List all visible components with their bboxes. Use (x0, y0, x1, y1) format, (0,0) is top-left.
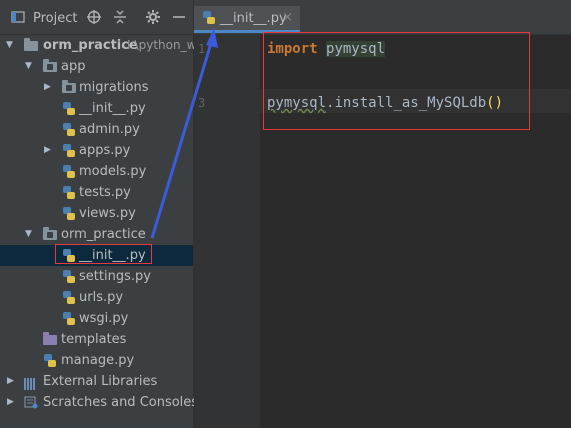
line-number: 3 (198, 96, 206, 110)
project-toolbar: Project (0, 0, 193, 35)
chevron-right-icon[interactable]: ▶ (7, 397, 17, 407)
tree-item-label: views.py (79, 206, 136, 221)
tree-item-apps[interactable]: ▶ apps.py (0, 140, 193, 161)
tree-item-external-libraries[interactable]: ▶ External Libraries (0, 371, 193, 392)
tree-item-scratches[interactable]: ▶ Scratches and Consoles (0, 392, 198, 413)
folder-icon (24, 38, 38, 51)
tree-item-orm-practice[interactable]: ▼ orm_practice (0, 224, 193, 245)
tree-item-label: app (61, 59, 86, 74)
tree-item-templates[interactable]: templates (0, 329, 193, 350)
tree-item-wsgi[interactable]: wsgi.py (0, 308, 193, 329)
chevron-right-icon[interactable]: ▶ (44, 82, 54, 92)
crosshair-icon[interactable] (86, 9, 102, 25)
tree-item-label: orm_practice (43, 38, 138, 53)
tree-item-label: __init__.py (79, 101, 146, 116)
chevron-right-icon[interactable]: ▶ (44, 145, 54, 155)
tree-item-admin[interactable]: admin.py (0, 119, 193, 140)
folder-icon (43, 227, 57, 240)
editor-tab-bar: __init__.py × (194, 0, 571, 35)
chevron-down-icon[interactable]: ▼ (25, 229, 35, 239)
editor-tab-label: __init__.py (220, 11, 287, 26)
tree-item-label: Scratches and Consoles (43, 395, 199, 410)
editor-tab-init[interactable]: __init__.py × (194, 6, 300, 33)
project-title[interactable]: Project (33, 11, 77, 26)
tree-item-label: wsgi.py (79, 311, 129, 326)
python-file-icon (63, 102, 75, 115)
chevron-right-icon[interactable]: ▶ (7, 376, 17, 386)
tree-item-label: External Libraries (43, 374, 158, 389)
tree-item-label: admin.py (79, 122, 140, 137)
tree-item-app[interactable]: ▼ app (0, 56, 193, 77)
tree-item-label: templates (61, 332, 127, 347)
tree-item-root[interactable]: ▼ orm_practice I:\python_w (0, 35, 197, 56)
tree-item-label: migrations (79, 80, 149, 95)
tree-item-manage[interactable]: manage.py (0, 350, 193, 371)
tree-item-label: urls.py (79, 290, 124, 305)
highlight-box-tree-item (55, 244, 152, 264)
folder-icon (43, 59, 57, 72)
line-number: 1 (198, 42, 206, 56)
tree-item-migrations[interactable]: ▶ migrations (0, 77, 193, 98)
highlight-box-code (263, 32, 530, 130)
python-file-icon (63, 123, 75, 136)
python-file-icon (63, 312, 75, 325)
python-file-icon (63, 207, 75, 220)
tree-item-views[interactable]: views.py (0, 203, 193, 224)
tree-item-label: models.py (79, 164, 147, 179)
collapse-icon[interactable] (112, 9, 128, 25)
tree-item-app-init[interactable]: __init__.py (0, 98, 193, 119)
python-file-icon (63, 165, 75, 178)
gear-icon[interactable] (145, 9, 161, 25)
python-file-icon (63, 186, 75, 199)
tree-item-path: I:\python_w (127, 38, 197, 52)
tree-item-urls[interactable]: urls.py (0, 287, 193, 308)
python-file-icon (44, 354, 56, 367)
chevron-down-icon[interactable]: ▼ (25, 61, 35, 71)
project-panel: Project ▼ orm_practice I:\python_w ▼ app (0, 0, 198, 428)
minimize-icon[interactable] (171, 9, 187, 25)
folder-icon (43, 332, 57, 345)
tree-item-label: tests.py (79, 185, 131, 200)
tree-item-label: settings.py (79, 269, 151, 284)
tree-item-label: manage.py (61, 353, 135, 368)
line-number-gutter: 1 3 (194, 34, 260, 428)
close-icon[interactable]: × (282, 10, 293, 25)
python-file-icon (203, 11, 215, 24)
tree-item-tests[interactable]: tests.py (0, 182, 193, 203)
tree-item-models[interactable]: models.py (0, 161, 193, 182)
chevron-down-icon[interactable]: ▼ (6, 40, 16, 50)
python-file-icon (63, 270, 75, 283)
python-file-icon (63, 144, 75, 157)
tree-item-label: orm_practice (61, 227, 146, 242)
scratches-icon (24, 396, 38, 409)
tree-item-settings[interactable]: settings.py (0, 266, 193, 287)
library-icon (24, 376, 38, 390)
python-file-icon (63, 291, 75, 304)
project-window-icon[interactable] (10, 9, 26, 25)
tree-item-label: apps.py (79, 143, 131, 158)
folder-icon (62, 80, 76, 93)
